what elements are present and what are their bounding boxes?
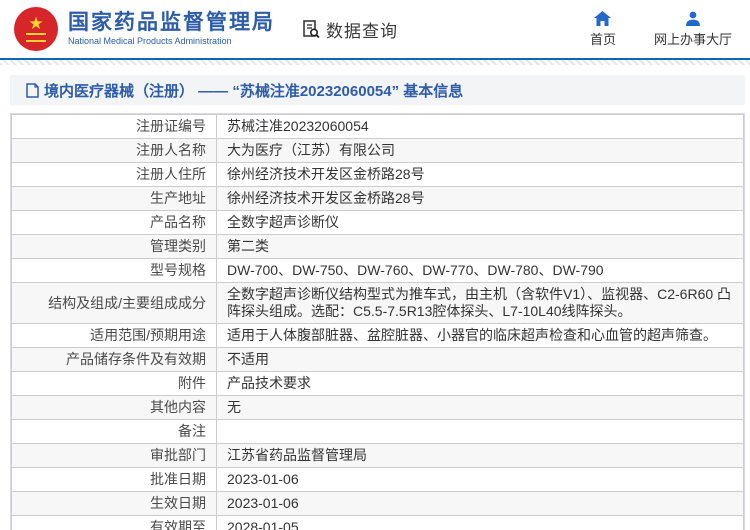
row-value: 苏械注准20232060054	[216, 114, 744, 139]
row-value: 江苏省药品监督管理局	[216, 443, 744, 468]
table-row: 审批部门 江苏省药品监督管理局	[11, 443, 744, 468]
row-value: 2023-01-06	[216, 491, 744, 516]
breadcrumb-text: 境内医疗器械（注册） —— “苏械注准20232060054” 基本信息	[44, 82, 464, 100]
row-label: 产品名称	[11, 210, 217, 235]
table-row: 适用范围/预期用途 适用于人体腹部脏器、盆腔脏器、小器官的临床超声检查和心血管的…	[11, 323, 744, 348]
row-label: 审批部门	[11, 443, 217, 468]
table-row: 附件 产品技术要求	[11, 371, 744, 396]
row-value: 产品技术要求	[216, 371, 744, 396]
table-row: 结构及组成/主要组成成分 全数字超声诊断仪结构型式为推车式，由主机（含软件V1）…	[11, 282, 744, 324]
row-value: 徐州经济技术开发区金桥路28号	[216, 162, 744, 187]
row-value: 无	[216, 395, 744, 420]
row-label: 管理类别	[11, 234, 217, 259]
header-dotted-divider	[0, 60, 750, 65]
table-row: 备注	[11, 419, 744, 444]
table-row: 生效日期 2023-01-06	[11, 491, 744, 516]
table-row: 其他内容 无	[11, 395, 744, 420]
data-query-section[interactable]: 数据查询	[301, 17, 398, 42]
row-label: 结构及组成/主要组成成分	[11, 282, 217, 324]
nav-online-hall[interactable]: 网上办事大厅	[654, 11, 732, 48]
table-row: 批准日期 2023-01-06	[11, 467, 744, 492]
breadcrumb: 境内医疗器械（注册） —— “苏械注准20232060054” 基本信息	[10, 75, 745, 105]
row-label: 其他内容	[11, 395, 217, 420]
data-query-label: 数据查询	[326, 21, 398, 41]
nav-online-hall-label: 网上办事大厅	[653, 31, 732, 47]
row-label: 备注	[11, 419, 217, 444]
registration-info-table: 注册证编号 苏械注准20232060054 注册人名称 大为医疗（江苏）有限公司…	[10, 113, 745, 530]
row-value: DW-700、DW-750、DW-760、DW-770、DW-780、DW-79…	[216, 258, 744, 283]
table-row: 注册证编号 苏械注准20232060054	[11, 114, 744, 139]
home-icon	[594, 10, 612, 26]
table-row: 生产地址 徐州经济技术开发区金桥路28号	[11, 186, 744, 211]
national-emblem-logo: ★	[14, 7, 58, 51]
row-value: 全数字超声诊断仪	[216, 210, 744, 235]
table-row: 型号规格 DW-700、DW-750、DW-760、DW-770、DW-780、…	[11, 258, 744, 283]
row-label: 生产地址	[11, 186, 217, 211]
nav-home[interactable]: 首页	[589, 10, 616, 48]
row-value	[216, 419, 744, 444]
top-navigation: 首页 网上办事大厅	[589, 10, 732, 48]
row-label: 型号规格	[11, 258, 217, 283]
table-row: 有效期至 2028-01-05	[11, 515, 744, 530]
page-header: ★ 国家药品监督管理局 National Medical Products Ad…	[0, 0, 750, 60]
document-icon	[26, 82, 39, 98]
row-value: 2023-01-06	[216, 467, 744, 492]
row-value: 不适用	[216, 347, 744, 372]
table-row: 产品名称 全数字超声诊断仪	[11, 210, 744, 235]
row-label: 注册人住所	[11, 162, 217, 187]
row-value: 徐州经济技术开发区金桥路28号	[216, 186, 744, 211]
row-value: 2028-01-05	[216, 515, 744, 530]
table-row: 注册人名称 大为医疗（江苏）有限公司	[11, 138, 744, 163]
table-row: 注册人住所 徐州经济技术开发区金桥路28号	[11, 162, 744, 187]
row-label: 有效期至	[11, 515, 217, 530]
row-value: 适用于人体腹部脏器、盆腔脏器、小器官的临床超声检查和心血管的超声筛查。	[216, 323, 744, 348]
row-label: 注册人名称	[11, 138, 217, 163]
table-row: 产品储存条件及有效期 不适用	[11, 347, 744, 372]
info-table-body: 注册证编号 苏械注准20232060054 注册人名称 大为医疗（江苏）有限公司…	[11, 114, 744, 530]
main-content: 境内医疗器械（注册） —— “苏械注准20232060054” 基本信息 注册证…	[10, 75, 745, 530]
row-label: 产品储存条件及有效期	[11, 347, 217, 372]
row-label: 生效日期	[11, 491, 217, 516]
user-icon	[685, 11, 700, 26]
agency-name-en: National Medical Products Administration	[68, 36, 232, 46]
row-value: 大为医疗（江苏）有限公司	[216, 138, 744, 163]
agency-title-block: 国家药品监督管理局 National Medical Products Admi…	[68, 11, 275, 47]
row-label: 适用范围/预期用途	[11, 323, 217, 348]
agency-name-zh: 国家药品监督管理局	[68, 11, 275, 34]
row-value: 第二类	[216, 234, 744, 259]
row-value: 全数字超声诊断仪结构型式为推车式，由主机（含软件V1）、监视器、C2-6R60 …	[216, 282, 744, 324]
nav-home-label: 首页	[589, 31, 616, 47]
table-row: 管理类别 第二类	[11, 234, 744, 259]
row-label: 批准日期	[11, 467, 217, 492]
document-search-icon	[303, 20, 320, 39]
row-label: 注册证编号	[11, 114, 217, 139]
row-label: 附件	[11, 371, 217, 396]
